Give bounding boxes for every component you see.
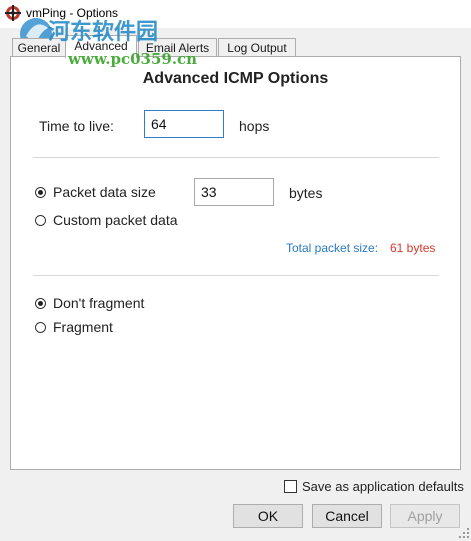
- fragment-label[interactable]: Fragment: [53, 319, 113, 335]
- total-packet-size-value: 61 bytes: [390, 241, 436, 255]
- packet-size-unit: bytes: [289, 185, 323, 201]
- total-packet-size-label: Total packet size:: [286, 241, 379, 255]
- tab-log-output[interactable]: Log Output: [218, 38, 296, 57]
- save-defaults-checkbox[interactable]: [284, 480, 297, 493]
- watermark-text: 河东软件园: [48, 19, 159, 45]
- divider: [33, 157, 439, 158]
- custom-packet-label[interactable]: Custom packet data: [53, 212, 178, 228]
- fragment-radio[interactable]: [35, 322, 46, 333]
- app-icon: [5, 5, 21, 21]
- advanced-options-panel: Advanced ICMP Options Time to live: 64 h…: [10, 56, 461, 470]
- custom-packet-radio[interactable]: [35, 215, 46, 226]
- packet-size-input[interactable]: 33: [194, 178, 274, 206]
- panel-title: Advanced ICMP Options: [142, 70, 329, 87]
- ttl-unit: hops: [239, 118, 270, 134]
- resize-grip-icon[interactable]: [459, 526, 469, 538]
- packet-size-radio[interactable]: [35, 187, 46, 198]
- apply-button[interactable]: Apply: [390, 504, 460, 528]
- ttl-input[interactable]: 64: [144, 110, 224, 138]
- packet-size-label[interactable]: Packet data size: [53, 184, 156, 200]
- watermark-url: www.pc0359.cn: [68, 50, 198, 68]
- dont-fragment-label[interactable]: Don't fragment: [53, 295, 144, 311]
- dont-fragment-radio[interactable]: [35, 298, 46, 309]
- ok-button[interactable]: OK: [233, 504, 303, 528]
- ttl-label: Time to live:: [39, 118, 114, 134]
- cancel-button[interactable]: Cancel: [312, 504, 382, 528]
- save-defaults-label[interactable]: Save as application defaults: [302, 479, 464, 494]
- divider: [33, 275, 439, 276]
